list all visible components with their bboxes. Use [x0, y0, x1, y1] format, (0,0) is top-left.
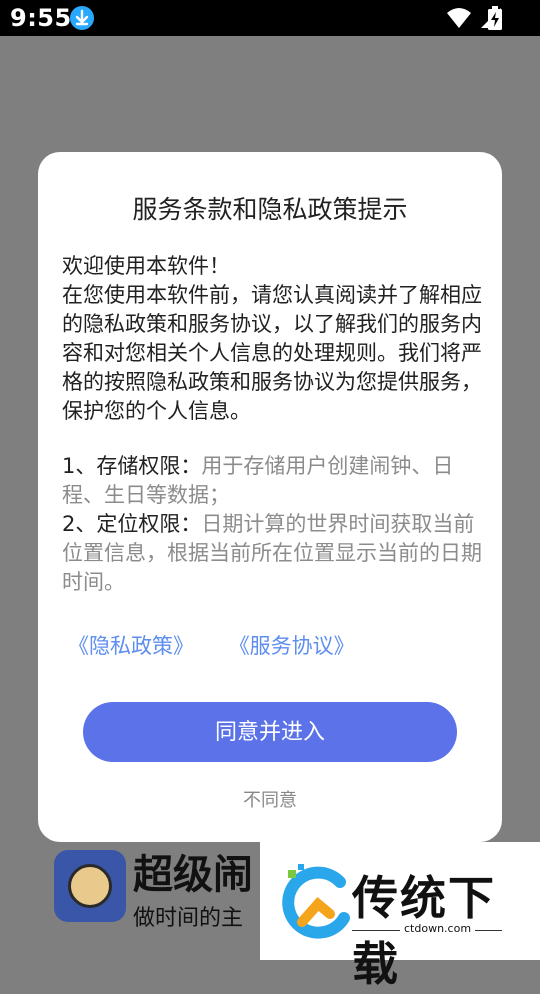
alarm-clock-icon	[54, 850, 126, 922]
permission-list: 1、存储权限：用于存储用户创建闹钟、日程、生日等数据； 2、定位权限：日期计算的…	[62, 452, 482, 597]
intro-text: 在您使用本软件前，请您认真阅读并了解相应的隐私政策和服务协议，以了解我们的服务内…	[62, 283, 482, 423]
app-name: 超级闹	[133, 852, 253, 898]
watermark-url: ctdown.com	[400, 922, 476, 935]
watermark-logo-icon	[282, 864, 350, 939]
dialog-body: 欢迎使用本软件！ 在您使用本软件前，请您认真阅读并了解相应的隐私政策和服务协议，…	[62, 252, 482, 597]
privacy-dialog: 服务条款和隐私政策提示 欢迎使用本软件！ 在您使用本软件前，请您认真阅读并了解相…	[38, 152, 502, 842]
permission-storage: 1、存储权限：用于存储用户创建闹钟、日程、生日等数据；	[62, 452, 482, 510]
battery-charging-icon	[488, 6, 502, 30]
download-icon	[70, 6, 94, 30]
intro-welcome: 欢迎使用本软件！	[62, 254, 230, 278]
wifi-icon	[447, 8, 471, 28]
agree-button[interactable]: 同意并进入	[83, 702, 457, 762]
permission-label: 2、定位权限：	[62, 512, 202, 536]
app-slogan: 做时间的主	[133, 906, 244, 931]
status-time: 9:55	[10, 4, 72, 32]
status-bar: 9:55	[0, 0, 540, 36]
permission-location: 2、定位权限：日期计算的世界时间获取当前位置信息，根据当前所在位置显示当前的日期…	[62, 510, 482, 597]
permission-label: 1、存储权限：	[62, 454, 202, 478]
watermark: 传统下载 ctdown.com	[260, 842, 540, 991]
service-agreement-link[interactable]: 《服务协议》	[229, 634, 355, 658]
privacy-policy-link[interactable]: 《隐私政策》	[68, 634, 194, 658]
disagree-button[interactable]: 不同意	[38, 786, 502, 812]
dialog-title: 服务条款和隐私政策提示	[132, 195, 408, 224]
policy-links: 《隐私政策》 《服务协议》	[68, 630, 488, 660]
